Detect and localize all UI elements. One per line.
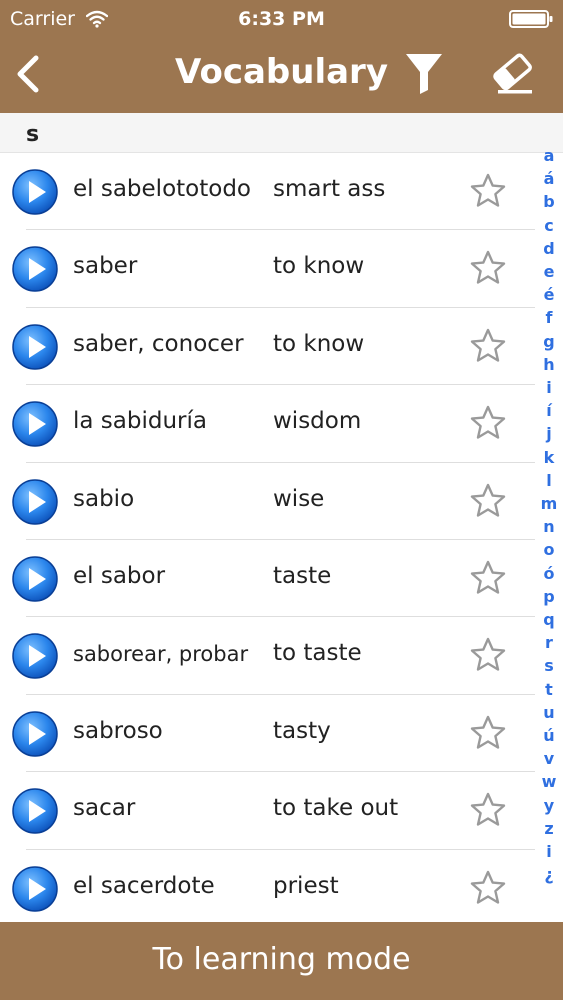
play-icon[interactable] [11, 632, 59, 680]
index-letter[interactable]: i [535, 842, 563, 861]
star-icon[interactable] [469, 791, 507, 829]
list-item[interactable]: el sabor taste [0, 540, 535, 618]
list-item[interactable]: saborear, probar to taste [0, 617, 535, 695]
star-icon[interactable] [469, 714, 507, 752]
status-time: 6:33 PM [238, 8, 325, 30]
index-letter[interactable]: r [535, 633, 563, 652]
english-term: to know [273, 330, 365, 357]
index-letter[interactable]: t [535, 680, 563, 699]
index-letter[interactable]: e [535, 262, 563, 281]
list-item[interactable]: sabio wise [0, 463, 535, 540]
eraser-icon[interactable] [490, 50, 538, 96]
index-letter[interactable]: l [535, 471, 563, 490]
vocabulary-list: el sabelototodo smart ass saber to know … [0, 153, 535, 923]
english-term: tasty [273, 717, 331, 744]
star-icon[interactable] [469, 404, 507, 442]
section-letter: s [26, 122, 40, 147]
spanish-term: el sabelototodo [73, 176, 251, 202]
learning-mode-button[interactable]: To learning mode [0, 922, 563, 1000]
index-letter[interactable]: p [535, 587, 563, 606]
play-icon[interactable] [11, 323, 59, 371]
star-icon[interactable] [469, 327, 507, 365]
play-icon[interactable] [11, 710, 59, 758]
play-icon[interactable] [11, 245, 59, 293]
english-term: wise [273, 485, 325, 512]
index-letter[interactable]: n [535, 517, 563, 536]
list-item[interactable]: sabroso tasty [0, 695, 535, 773]
index-letter[interactable]: w [535, 772, 563, 791]
spanish-term: sabio [73, 485, 135, 512]
alphabet-index[interactable]: a á b c d e é f g h i í j k l m n o ó p q r s t u ú v w y z i ¿ [535, 146, 563, 896]
spanish-term: sabroso [73, 717, 163, 744]
index-letter[interactable]: é [535, 285, 563, 304]
index-letter[interactable]: k [535, 448, 563, 467]
filter-icon[interactable] [403, 50, 445, 96]
spanish-term: el sabor [73, 562, 166, 589]
index-letter[interactable]: q [535, 610, 563, 629]
play-icon[interactable] [11, 787, 59, 835]
section-header: s [0, 113, 563, 153]
english-term: taste [273, 562, 332, 589]
index-letter[interactable]: ¿ [535, 865, 563, 884]
index-letter[interactable]: u [535, 703, 563, 722]
index-letter[interactable]: a [535, 146, 563, 165]
index-letter[interactable]: b [535, 192, 563, 211]
spanish-term: saber, conocer [73, 330, 244, 357]
star-icon[interactable] [469, 172, 507, 210]
list-item[interactable]: el sacerdote priest [0, 850, 535, 927]
spanish-term: la sabiduría [73, 408, 207, 435]
index-letter[interactable]: o [535, 540, 563, 559]
index-letter[interactable]: á [535, 169, 563, 188]
play-icon[interactable] [11, 865, 59, 913]
index-letter[interactable]: j [535, 424, 563, 443]
index-letter[interactable]: i [535, 378, 563, 397]
index-letter[interactable]: c [535, 216, 563, 235]
english-term: to take out [273, 795, 399, 822]
index-letter[interactable]: g [535, 332, 563, 351]
english-term: to taste [273, 640, 362, 667]
index-letter[interactable]: y [535, 796, 563, 815]
english-term: to know [273, 253, 365, 280]
star-icon[interactable] [469, 482, 507, 520]
list-item[interactable]: la sabiduría wisdom [0, 385, 535, 463]
star-icon[interactable] [469, 249, 507, 287]
index-letter[interactable]: v [535, 749, 563, 768]
english-term: priest [273, 872, 339, 899]
index-letter[interactable]: h [535, 355, 563, 374]
english-term: smart ass [273, 176, 386, 202]
play-icon[interactable] [11, 478, 59, 526]
index-letter[interactable]: í [535, 401, 563, 420]
index-letter[interactable]: s [535, 656, 563, 675]
star-icon[interactable] [469, 636, 507, 674]
english-term: wisdom [273, 408, 362, 435]
index-letter[interactable]: ú [535, 726, 563, 745]
list-item[interactable]: saber, conocer to know [0, 308, 535, 386]
header-bar: Carrier 6:33 PM Vocabulary [0, 0, 563, 113]
back-button[interactable] [10, 52, 46, 96]
play-icon[interactable] [11, 168, 59, 216]
spanish-term: el sacerdote [73, 872, 215, 899]
learning-mode-label: To learning mode [152, 942, 411, 977]
page-title: Vocabulary [175, 52, 388, 92]
index-letter[interactable]: f [535, 308, 563, 327]
list-item[interactable]: saber to know [0, 230, 535, 308]
list-item[interactable]: el sabelototodo smart ass [0, 153, 535, 231]
spanish-term: saber [73, 253, 138, 280]
battery-icon [509, 10, 553, 28]
status-bar: Carrier 6:33 PM [0, 0, 563, 38]
spanish-term: saborear, probar [73, 642, 249, 667]
index-letter[interactable]: ó [535, 564, 563, 583]
index-letter[interactable]: m [535, 494, 563, 513]
spanish-term: sacar [73, 795, 136, 822]
list-item[interactable]: sacar to take out [0, 772, 535, 850]
play-icon[interactable] [11, 400, 59, 448]
star-icon[interactable] [469, 869, 507, 907]
play-icon[interactable] [11, 555, 59, 603]
star-icon[interactable] [469, 559, 507, 597]
index-letter[interactable]: d [535, 239, 563, 258]
index-letter[interactable]: z [535, 819, 563, 838]
